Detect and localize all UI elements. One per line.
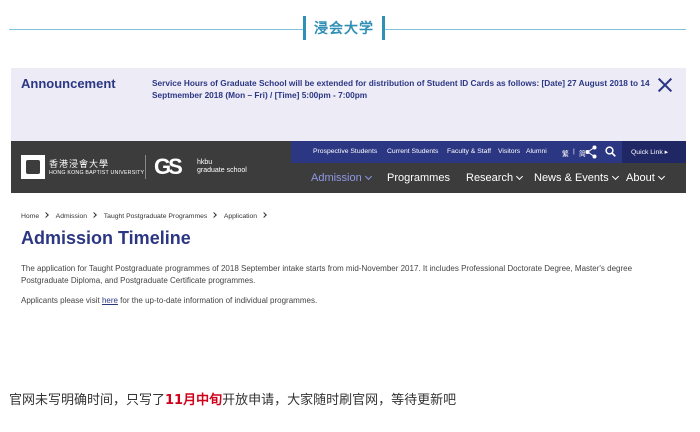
link-current-students[interactable]: Current Students bbox=[387, 148, 438, 155]
chevron-right-icon bbox=[91, 212, 97, 218]
link-visitors[interactable]: Visitors bbox=[498, 148, 520, 155]
nav-programmes-label: Programmes bbox=[387, 172, 450, 184]
share-icon[interactable] bbox=[585, 145, 597, 159]
quick-link-label: Quick Link ▸ bbox=[631, 149, 669, 156]
caption-after: 开放申请，大家随时刷官网，等待更新吧 bbox=[222, 393, 457, 408]
announcement-text: Service Hours of Graduate School will be… bbox=[152, 78, 650, 100]
link-alumni[interactable]: Alumni bbox=[526, 148, 547, 155]
lang-traditional[interactable]: 繁 bbox=[562, 148, 569, 158]
breadcrumb-admission[interactable]: Admission bbox=[56, 213, 87, 220]
hkbu-logo-icon[interactable] bbox=[21, 155, 45, 179]
breadcrumb-home[interactable]: Home bbox=[21, 213, 39, 220]
nav-about-label: About bbox=[626, 172, 655, 184]
chevron-down-icon bbox=[611, 172, 619, 181]
gs-line1: hkbu bbox=[197, 159, 213, 166]
search-icon[interactable] bbox=[605, 146, 616, 157]
announcement-title: Announcement bbox=[21, 76, 116, 91]
nav-about[interactable]: About bbox=[626, 172, 665, 184]
article-header-title: 浸会大学 bbox=[314, 21, 374, 37]
nav-research-label: Research bbox=[466, 172, 514, 184]
chevron-down-icon bbox=[364, 172, 372, 181]
quick-link-button[interactable]: Quick Link ▸ bbox=[622, 141, 686, 163]
gs-line2: graduate school bbox=[197, 167, 247, 174]
website-screenshot: Announcement Service Hours of Graduate S… bbox=[11, 68, 686, 340]
link-prospective-students[interactable]: Prospective Students bbox=[313, 148, 377, 155]
page-title: Admission Timeline bbox=[21, 228, 191, 248]
nav-programmes[interactable]: Programmes bbox=[387, 172, 450, 184]
close-icon[interactable] bbox=[656, 76, 674, 94]
chevron-down-icon bbox=[516, 172, 524, 181]
article-header: 浸会大学 bbox=[0, 0, 700, 50]
announcement-banner: Announcement Service Hours of Graduate S… bbox=[11, 68, 686, 141]
chevron-right-icon bbox=[261, 212, 267, 218]
info-paragraph: Applicants please visit here for the up-… bbox=[21, 295, 666, 307]
site-navbar: 香港浸會大學 HONG KONG BAPTIST UNIVERSITY GS h… bbox=[11, 141, 686, 193]
info-text-before: Applicants please visit bbox=[21, 296, 102, 305]
logo-divider bbox=[145, 155, 146, 179]
gs-logo-icon[interactable]: GS bbox=[154, 154, 183, 180]
caption-before: 官网未写明确时间，只写了 bbox=[9, 393, 166, 408]
nav-admission[interactable]: Admission bbox=[311, 172, 372, 184]
link-faculty-staff[interactable]: Faculty & Staff bbox=[447, 148, 491, 155]
nav-research[interactable]: Research bbox=[466, 172, 524, 184]
breadcrumb-application[interactable]: Application bbox=[224, 213, 257, 220]
intro-paragraph: The application for Taught Postgraduate … bbox=[21, 264, 633, 285]
logo-chinese-name: 香港浸會大學 bbox=[49, 160, 110, 170]
nav-news-events[interactable]: News & Events bbox=[534, 172, 619, 184]
here-link[interactable]: here bbox=[102, 296, 118, 305]
chevron-right-icon bbox=[211, 212, 218, 218]
header-title-box: 浸会大学 bbox=[303, 16, 385, 40]
breadcrumb: Home Admission Taught Postgraduate Progr… bbox=[21, 212, 272, 220]
nav-admission-label: Admission bbox=[311, 172, 362, 184]
info-text-after: for the up-to-date information of indivi… bbox=[117, 296, 318, 305]
article-caption: 官网未写明确时间，只写了11月中旬开放申请，大家随时刷官网，等待更新吧 bbox=[9, 389, 456, 408]
caption-highlight: 11月中旬 bbox=[165, 393, 223, 408]
chevron-right-icon bbox=[43, 212, 49, 218]
breadcrumb-taught-programmes[interactable]: Taught Postgraduate Programmes bbox=[104, 213, 208, 220]
nav-news-events-label: News & Events bbox=[534, 172, 609, 184]
logo-english-name: HONG KONG BAPTIST UNIVERSITY bbox=[49, 170, 145, 176]
chevron-down-icon bbox=[657, 172, 665, 181]
lang-separator: | bbox=[573, 148, 575, 155]
gs-logo-text: hkbu graduate school bbox=[197, 159, 247, 175]
